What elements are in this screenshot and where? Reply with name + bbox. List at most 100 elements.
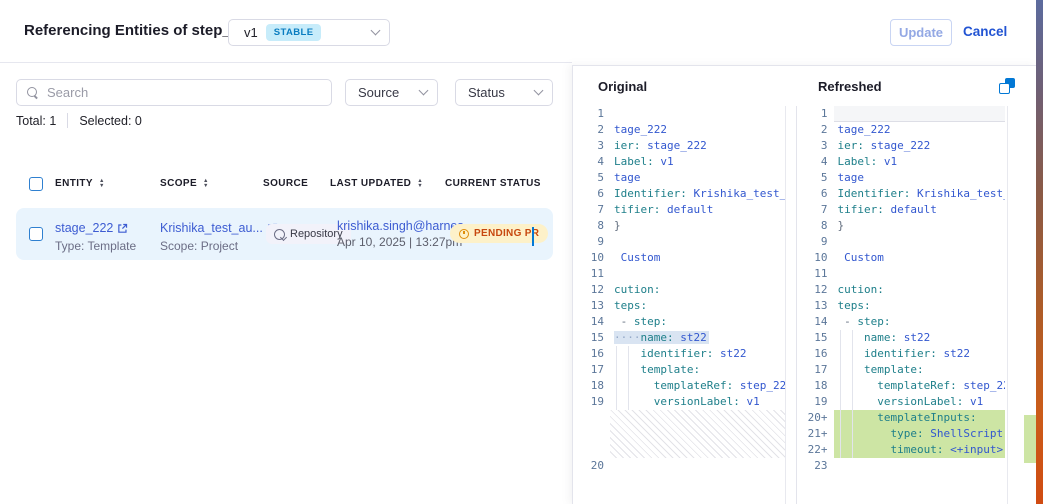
line-number: 18: [797, 378, 834, 394]
row-checkbox-cell: [29, 227, 43, 241]
line-number: 15: [797, 330, 834, 346]
code-line: 14 - step:: [797, 314, 1005, 330]
line-number: 11: [797, 266, 834, 282]
line-number: 6: [573, 186, 610, 202]
chevron-down-icon: [371, 26, 381, 36]
original-panel-title: Original: [598, 79, 647, 94]
code-text: }: [834, 218, 1005, 234]
diff-panel: Original Refreshed 12tage_2223ier: stage…: [572, 65, 1036, 504]
code-line: 4Label: v1: [797, 154, 1005, 170]
entity-link[interactable]: stage_222: [55, 221, 128, 235]
code-line: 10 Custom: [797, 250, 1005, 266]
row-expand-cell: [532, 229, 534, 247]
refreshed-code-editor[interactable]: 12tage_2223ier: stage_2224Label: v15tage…: [796, 106, 1036, 504]
line-number: 12: [797, 282, 834, 298]
drawer-header: Referencing Entities of step_222 v1 STAB…: [0, 0, 1043, 62]
search-input[interactable]: [47, 85, 321, 100]
line-number: 20+: [797, 410, 834, 426]
selected-count: Selected: 0: [79, 114, 142, 128]
column-header-last-updated[interactable]: LAST UPDATED ▲▼: [330, 178, 423, 189]
code-line: 15····name: st22: [573, 330, 785, 346]
status-filter-dropdown[interactable]: Status: [455, 79, 553, 106]
line-number: 11: [573, 266, 610, 282]
column-header-scope[interactable]: SCOPE ▲▼: [160, 178, 209, 189]
code-text: teps:: [610, 298, 785, 314]
line-number: 9: [797, 234, 834, 250]
code-line: 11: [797, 266, 1005, 282]
original-code-lines: 12tage_2223ier: stage_2224Label: v15tage…: [573, 106, 785, 504]
update-button[interactable]: Update: [890, 19, 952, 46]
chevron-down-icon: [534, 86, 544, 96]
code-text: templateRef: step_222: [834, 378, 1005, 394]
line-number: 19: [797, 394, 834, 410]
cancel-button[interactable]: Cancel: [963, 24, 1007, 39]
code-line: 17 template:: [573, 362, 785, 378]
line-number: 2: [573, 122, 610, 138]
sort-icon[interactable]: ▲▼: [417, 179, 423, 188]
line-number: 16: [573, 346, 610, 362]
code-text: templateInputs:: [834, 410, 1005, 426]
code-line: 22+ timeout: <+input>: [797, 442, 1005, 458]
line-number: 2: [797, 122, 834, 138]
line-number: 21+: [797, 426, 834, 442]
stable-badge: STABLE: [266, 24, 322, 41]
table-row[interactable]: stage_222 Type: Template Krishika_test_a…: [16, 208, 553, 260]
scope-link[interactable]: Krishika_test_au...: [160, 221, 278, 235]
line-number: 5: [797, 170, 834, 186]
sort-icon[interactable]: ▲▼: [99, 179, 105, 188]
code-line: 6Identifier: Krishika_test_aut: [797, 186, 1005, 202]
page-edge-gradient: [1036, 0, 1043, 504]
sort-icon[interactable]: ▲▼: [203, 179, 209, 188]
code-text: cution:: [834, 282, 1005, 298]
line-number: 3: [797, 138, 834, 154]
line-number: 1: [573, 106, 610, 122]
line-number: 4: [573, 154, 610, 170]
code-line: 12cution:: [573, 282, 785, 298]
code-line: 7tifier: default: [573, 202, 785, 218]
version-select[interactable]: v1 STABLE: [228, 19, 390, 46]
select-all-checkbox[interactable]: [29, 177, 43, 191]
code-line: 2tage_222: [797, 122, 1005, 138]
code-text: [610, 106, 785, 122]
code-line: 3ier: stage_222: [573, 138, 785, 154]
code-line: 13teps:: [797, 298, 1005, 314]
line-number: 17: [573, 362, 610, 378]
line-number: 23: [797, 458, 834, 474]
chevron-down-icon: [419, 86, 429, 96]
line-number: 8: [797, 218, 834, 234]
source-filter-dropdown[interactable]: Source: [345, 79, 438, 106]
line-number: 22+: [797, 442, 834, 458]
row-checkbox[interactable]: [29, 227, 43, 241]
line-number: 7: [573, 202, 610, 218]
chevron-right-icon[interactable]: [532, 227, 534, 246]
code-line: 4Label: v1: [573, 154, 785, 170]
column-header-current-status: CURRENT STATUS: [445, 178, 541, 189]
code-line: 19 versionLabel: v1: [797, 394, 1005, 410]
search-box[interactable]: [16, 79, 332, 106]
code-text: Identifier: Krishika_test_aut: [834, 186, 1005, 202]
page-title: Referencing Entities of step_222: [24, 22, 256, 39]
scrollbar-track[interactable]: [1007, 106, 1008, 504]
code-text: [834, 106, 1005, 122]
code-line: 12cution:: [797, 282, 1005, 298]
code-line: 3ier: stage_222: [797, 138, 1005, 154]
copy-icon[interactable]: [999, 78, 1015, 94]
column-header-entity[interactable]: ENTITY ▲▼: [55, 178, 105, 189]
version-label: v1: [244, 25, 258, 40]
code-text: [610, 234, 785, 250]
original-code-editor[interactable]: 12tage_2223ier: stage_2224Label: v15tage…: [573, 106, 796, 504]
source-filter-label: Source: [358, 85, 399, 100]
diff-editors: 12tage_2223ier: stage_2224Label: v15tage…: [573, 106, 1036, 504]
line-number: 15: [573, 330, 610, 346]
code-text: - step:: [610, 314, 785, 330]
code-text: tifier: default: [834, 202, 1005, 218]
code-text: type: ShellScript: [834, 426, 1005, 442]
code-text: Identifier: Krishika_test_aut: [610, 186, 785, 202]
line-number: 10: [573, 250, 610, 266]
scrollbar-track[interactable]: [785, 106, 786, 504]
code-text: [834, 234, 1005, 250]
diff-placeholder-hatch: [610, 410, 785, 458]
line-number: 1: [797, 106, 834, 122]
code-text: Custom: [834, 250, 1005, 266]
code-line: 9: [797, 234, 1005, 250]
